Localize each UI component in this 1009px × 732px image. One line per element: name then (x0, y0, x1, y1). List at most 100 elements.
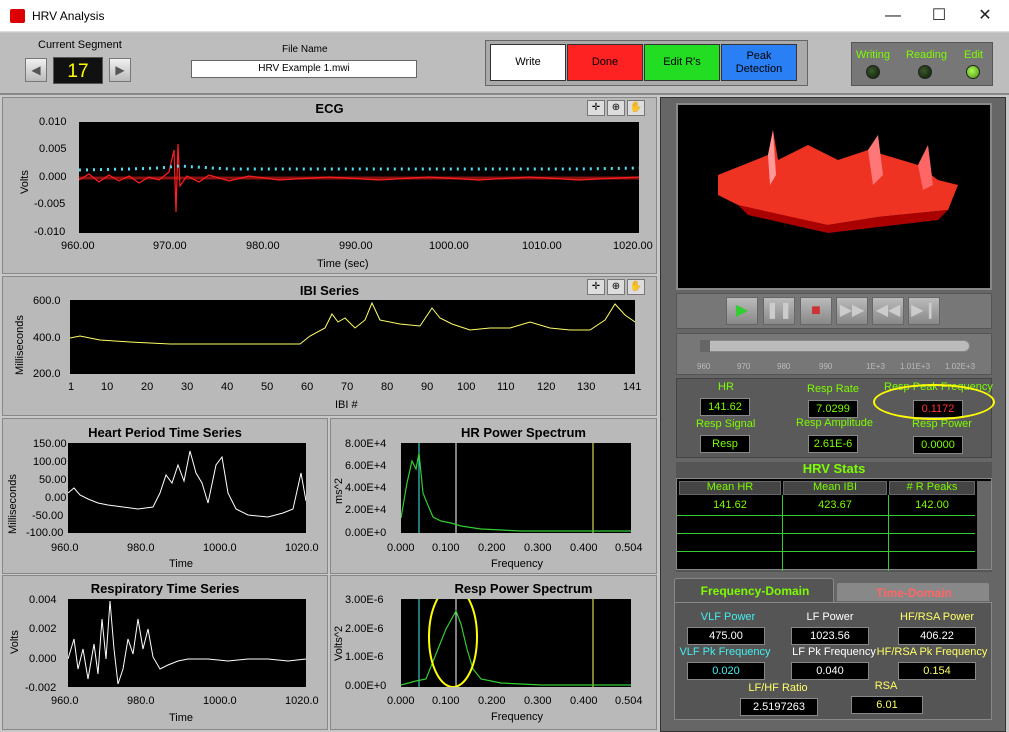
ibi-xtick: 20 (141, 381, 154, 393)
lf-pk-value: 0.040 (791, 662, 869, 680)
time-slider[interactable] (700, 340, 970, 352)
rps-ylabel: Volts^2 (333, 625, 345, 661)
vlf-pk-label: VLF Pk Frequency (679, 646, 771, 658)
ibi-xtick: 50 (261, 381, 274, 393)
rts-plot[interactable] (67, 599, 307, 687)
skip-end-icon[interactable]: ▶❙ (908, 297, 940, 325)
ibi-xtick: 60 (301, 381, 314, 393)
tab-time-domain[interactable]: Time-Domain (836, 582, 990, 602)
lf-hf-value: 2.5197263 (740, 698, 818, 716)
ibi-xtick: 40 (221, 381, 234, 393)
ecg-xlabel: Time (sec) (317, 258, 369, 270)
hpts-ytick: 50.00 (39, 474, 67, 486)
ecg-xtick: 990.00 (339, 240, 373, 252)
tab-td-label: Time-Domain (876, 586, 952, 600)
lf-power-label: LF Power (806, 611, 854, 623)
hrv-stats-title: HRV Stats (802, 461, 866, 476)
segment-number[interactable]: 17 (53, 57, 103, 84)
ibi-panel: IBI Series ✛ ⊕ ✋ 600.0 400.0 200.0 1 10 … (2, 276, 657, 416)
ibi-plot[interactable] (69, 300, 636, 374)
hrps-xtick: 0.100 (432, 542, 460, 554)
writing-led (866, 65, 880, 79)
hf-pk-value: 0.154 (898, 662, 976, 680)
tab-frequency-domain[interactable]: Frequency-Domain (674, 578, 834, 602)
edit-rs-button[interactable]: Edit R's (644, 44, 720, 81)
hrps-xtick: 0.504 (615, 542, 643, 554)
zoom-tool-icon[interactable]: ⊕ (607, 100, 625, 116)
ibi-ytick: 200.0 (33, 368, 61, 380)
maximize-button[interactable]: ☐ (916, 0, 962, 32)
hrps-ytick: 4.00E+4 (345, 482, 387, 494)
app-icon (10, 9, 25, 23)
peak-detection-button[interactable]: Peak Detection (721, 44, 797, 81)
cursor-tool-icon[interactable]: ✛ (587, 279, 605, 295)
table-cell: 142.00 (915, 499, 949, 511)
ecg-xtick: 1000.00 (429, 240, 469, 252)
ibi-xtick: 1 (68, 381, 75, 393)
hpts-xlabel: Time (169, 558, 194, 570)
table-scrollbar[interactable] (977, 481, 991, 569)
ecg-plot[interactable] (78, 122, 640, 233)
resp-amp-value: 2.61E-6 (808, 435, 858, 453)
ibi-xtick: 30 (181, 381, 194, 393)
stop-icon[interactable]: ■ (800, 297, 832, 325)
cursor-tool-icon[interactable]: ✛ (587, 100, 605, 116)
ecg-ytick: -0.005 (34, 198, 66, 210)
hrps-xtick: 0.000 (387, 542, 415, 554)
next-segment-button[interactable]: ▶ (109, 58, 131, 82)
rps-plot[interactable] (400, 586, 631, 688)
hrv-stats-table[interactable]: Mean HR Mean IBI # R Peaks 141.62 423.67… (676, 478, 992, 571)
hpts-plot[interactable] (67, 443, 307, 533)
resp-signal-value[interactable]: Resp (700, 435, 750, 453)
pause-icon[interactable]: ❚❚ (763, 297, 795, 325)
ibi-xtick: 141 (623, 381, 642, 393)
close-button[interactable]: ✕ (962, 0, 1008, 32)
file-name-field[interactable]: HRV Example 1.mwi (191, 60, 417, 78)
ibi-xtick: 110 (497, 381, 515, 393)
vlf-power-label: VLF Power (700, 611, 756, 623)
zoom-tool-icon[interactable]: ⊕ (607, 279, 625, 295)
rps-xlabel: Frequency (491, 711, 543, 723)
hrps-xtick: 0.200 (478, 542, 506, 554)
rewind-icon[interactable]: ◀◀ (872, 297, 904, 325)
hrps-plot[interactable] (400, 443, 631, 533)
col-header: Mean HR (706, 481, 754, 493)
resp-rate-value: 7.0299 (808, 400, 858, 418)
rps-xtick: 0.400 (570, 695, 598, 707)
hrps-ytick: 8.00E+4 (345, 438, 387, 450)
ibi-ylabel: Milliseconds (14, 315, 26, 375)
play-icon[interactable]: ▶ (726, 297, 758, 325)
hpts-xtick: 960.0 (51, 542, 79, 554)
hr-power-panel: HR Power Spectrum 8.00E+4 6.00E+4 4.00E+… (330, 418, 657, 574)
pan-tool-icon[interactable]: ✋ (627, 100, 645, 116)
ecg-ytick: 0.005 (39, 143, 67, 155)
vlf-power-value: 475.00 (687, 627, 765, 645)
slider-tick: 970 (737, 362, 751, 371)
time-slider-thumb[interactable] (700, 340, 710, 352)
3d-spectrogram[interactable] (676, 103, 992, 290)
slider-tick: 1.02E+3 (945, 362, 976, 371)
ibi-ytick: 600.0 (33, 295, 61, 307)
hf-power-label: HF/RSA Power (900, 611, 974, 623)
prev-segment-button[interactable]: ◀ (25, 58, 47, 82)
fast-forward-icon[interactable]: ▶▶ (836, 297, 868, 325)
hf-pk-label: HF/RSA Pk Frequency (876, 646, 988, 658)
rts-ytick: 0.002 (29, 623, 57, 635)
writing-label: Writing (856, 49, 891, 61)
write-button[interactable]: Write (490, 44, 566, 81)
file-name-label: File Name (282, 44, 328, 55)
col-header: Mean IBI (812, 481, 858, 493)
pan-tool-icon[interactable]: ✋ (627, 279, 645, 295)
rps-xtick: 0.100 (432, 695, 460, 707)
resp-amp-label: Resp Amplitude (796, 417, 874, 429)
hpts-ylabel: Milliseconds (7, 474, 19, 534)
col-header: # R Peaks (906, 481, 958, 493)
reading-label: Reading (906, 49, 947, 61)
minimize-button[interactable]: — (870, 0, 916, 32)
slider-tick: 960 (697, 362, 711, 371)
lf-pk-label: LF Pk Frequency (792, 646, 876, 658)
resp-power-panel: Resp Power Spectrum 3.00E-6 2.00E-6 1.00… (330, 575, 657, 730)
done-button[interactable]: Done (567, 44, 643, 81)
resp-power-value: 0.0000 (913, 436, 963, 454)
highlight-ellipse (873, 384, 995, 420)
